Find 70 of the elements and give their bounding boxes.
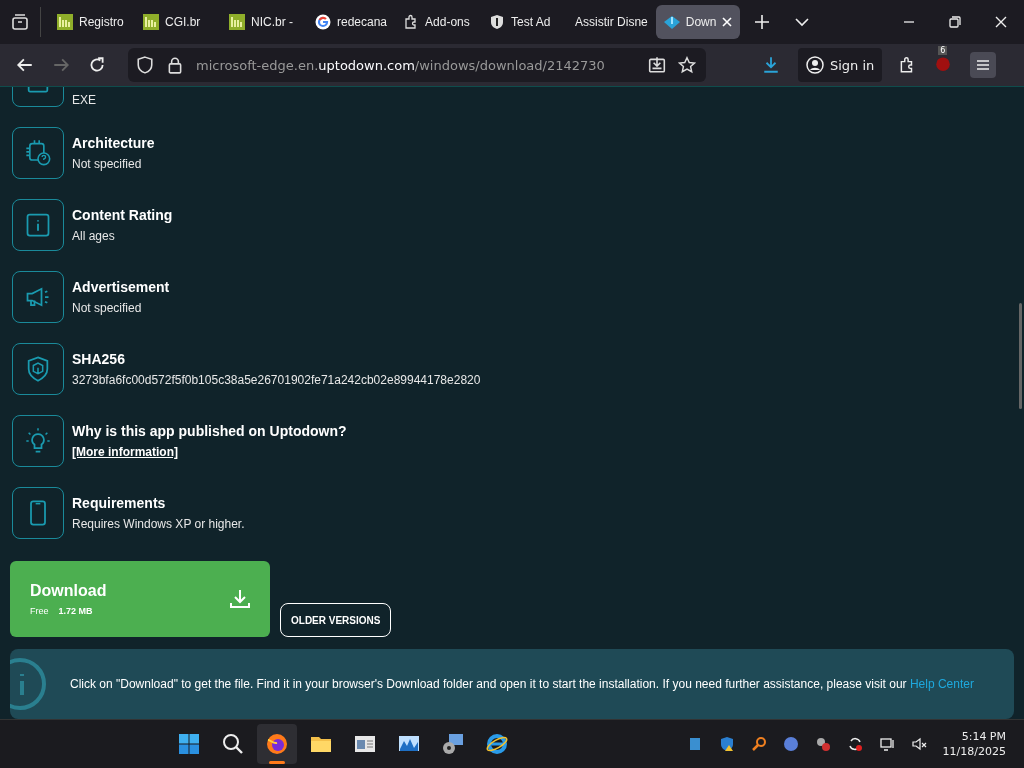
google-icon xyxy=(315,14,331,30)
computer-gear-icon xyxy=(441,732,466,756)
download-icon[interactable] xyxy=(762,56,780,74)
back-icon[interactable] xyxy=(16,56,34,74)
notice-text: Click on "Download" to get the file. Find it in your browser's Download folder and open it to start the installation. If you need further assistance, please visit our Help Center xyxy=(70,677,974,691)
detail-title: Content Rating xyxy=(72,207,173,223)
detail-value: Not specified xyxy=(72,301,143,315)
extension-badge: 6 xyxy=(938,46,948,55)
menu-icon xyxy=(975,57,992,73)
speaker-muted-icon[interactable] xyxy=(910,736,927,752)
detail-value: All ages xyxy=(72,229,116,243)
clock[interactable]: 5:14 PM 11/18/2025 xyxy=(942,730,1006,758)
sync-icon[interactable] xyxy=(846,736,863,752)
address-bar[interactable]: microsoft-edge.en.uptodown.com/windows/download/2142730 xyxy=(128,48,706,82)
security-warning-icon[interactable] xyxy=(718,736,735,752)
scrollbar-thumb[interactable] xyxy=(1019,303,1022,409)
shield-icon[interactable] xyxy=(136,56,154,74)
close-icon[interactable] xyxy=(993,14,1009,30)
browser-tab[interactable]: Add-ons xyxy=(395,5,482,39)
detail-title: SHA256 xyxy=(72,351,126,367)
shield-icon xyxy=(489,14,506,30)
magnifier-icon[interactable] xyxy=(750,736,767,752)
browser-tab[interactable]: Test Ad xyxy=(481,5,568,39)
e-globe-icon xyxy=(485,732,510,756)
close-tab-icon[interactable] xyxy=(722,17,733,27)
detail-title: Requirements xyxy=(72,495,167,511)
browser-tab[interactable]: Down xyxy=(655,5,741,39)
browser-tab[interactable]: Registro xyxy=(49,5,135,39)
detail-title: Advertisement xyxy=(72,279,170,295)
older-versions-button[interactable]: OLDER VERSIONS xyxy=(280,603,392,637)
lock-icon[interactable] xyxy=(166,56,184,74)
display-icon[interactable] xyxy=(878,736,895,752)
clock-date: 11/18/2025 xyxy=(942,745,1006,758)
chip-question-icon xyxy=(24,139,52,167)
download-arrow-icon xyxy=(663,14,680,30)
menu-button[interactable] xyxy=(970,52,997,78)
lightbulb-icon xyxy=(24,427,52,455)
windows-logo-icon xyxy=(177,732,202,756)
sign-in-button[interactable]: Sign in xyxy=(798,48,883,82)
detail-value: Requires Windows XP or higher. xyxy=(72,517,245,531)
network-error-icon[interactable] xyxy=(814,736,831,752)
fox-globe-icon xyxy=(265,732,290,756)
save-page-icon[interactable] xyxy=(648,56,666,74)
more-information-link[interactable]: [More information] xyxy=(72,445,347,459)
detail-value: Not specified xyxy=(72,157,143,171)
browser-tab[interactable]: CGI.br xyxy=(135,5,221,39)
round-app-icon[interactable] xyxy=(782,736,799,752)
clock-time: 5:14 PM xyxy=(961,730,1006,743)
browser-tab[interactable]: redecana xyxy=(307,5,396,39)
help-center-link[interactable]: Help Center xyxy=(909,677,974,691)
download-icon xyxy=(228,587,252,611)
browser-tab[interactable]: NIC.br - xyxy=(221,5,307,39)
taskbar-app[interactable] xyxy=(257,724,298,764)
info-icon xyxy=(24,211,52,239)
star-icon[interactable] xyxy=(678,56,696,74)
restore-icon[interactable] xyxy=(947,14,963,30)
reload-icon[interactable] xyxy=(88,56,106,74)
browser-tab[interactable]: Assistir Disne xyxy=(567,5,656,39)
detail-value: EXE xyxy=(72,93,96,107)
detail-title: Why is this app published on Uptodown? xyxy=(72,423,347,439)
detail-value: 3273bfa6fc00d572f5f0b105c38a5e26701902fe71a242cb02e89944178e2820 xyxy=(72,373,481,387)
detail-title: Architecture xyxy=(72,135,155,151)
tab-list-icon[interactable] xyxy=(10,12,30,32)
account-icon xyxy=(806,56,824,74)
forward-icon[interactable] xyxy=(52,56,70,74)
url-text[interactable]: microsoft-edge.en.uptodown.com/windows/download/2142730 xyxy=(196,57,636,73)
favicon-icon xyxy=(57,14,73,30)
favicon-icon xyxy=(229,14,245,30)
new-tab-icon[interactable] xyxy=(754,14,771,30)
favicon-icon xyxy=(143,14,159,30)
